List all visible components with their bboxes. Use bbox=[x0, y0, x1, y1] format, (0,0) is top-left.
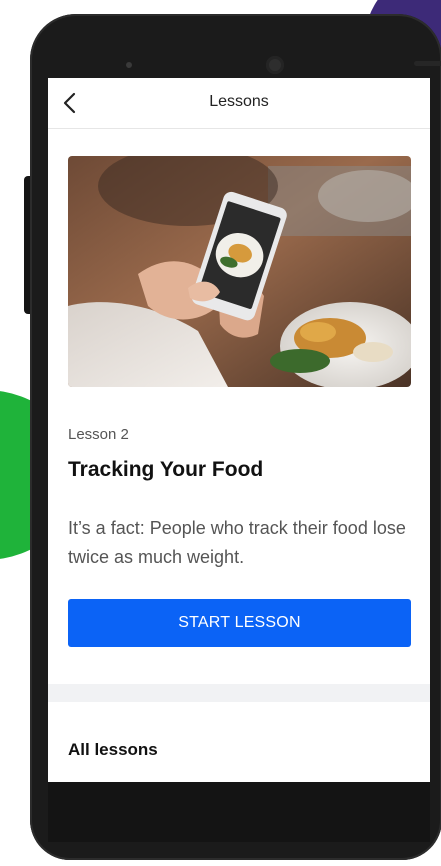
phone-bottom-bezel bbox=[48, 782, 430, 842]
section-divider bbox=[48, 684, 430, 702]
phone-camera bbox=[266, 56, 284, 74]
page-title: Lessons bbox=[209, 93, 269, 110]
lesson-title: Tracking Your Food bbox=[68, 458, 264, 481]
chevron-left-icon bbox=[63, 92, 76, 114]
top-app-bar: Lessons bbox=[48, 78, 430, 129]
lesson-description: It’s a fact: People who track their food… bbox=[68, 518, 406, 567]
lesson-number-label: Lesson 2 bbox=[68, 426, 129, 443]
lesson-hero-image bbox=[68, 156, 411, 387]
app-screen: Lessons Lesson 2 Tracking Your Food It’s… bbox=[48, 78, 430, 782]
phone-speaker-dot bbox=[126, 62, 132, 68]
start-lesson-button[interactable]: START LESSON bbox=[68, 599, 411, 647]
phone-sensor bbox=[414, 61, 441, 66]
stage: Lessons Lesson 2 Tracking Your Food It’s… bbox=[0, 0, 441, 866]
food-photo-illustration bbox=[68, 156, 411, 387]
all-lessons-heading: All lessons bbox=[68, 740, 158, 759]
back-button[interactable] bbox=[56, 88, 86, 118]
